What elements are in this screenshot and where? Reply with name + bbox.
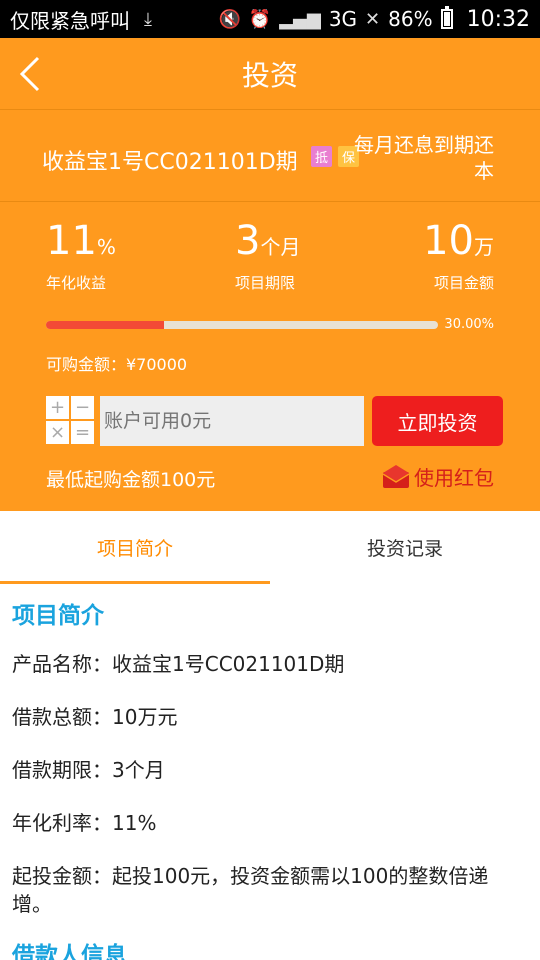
term-unit: 个月 [260,235,301,259]
page-title: 投资 [241,58,298,92]
battery-icon [440,6,453,29]
amount-unit: 万 [474,235,494,259]
min-purchase-text: 最低起购金额100元 [46,469,216,491]
use-red-packet-button[interactable]: 使用红包 [382,462,494,491]
amount-label: 项目金额 [433,274,494,292]
tab-invest-records[interactable]: 投资记录 [270,511,540,584]
app-header: 投资 [0,38,540,110]
stat-rate: 11% 年化收益 [46,218,116,293]
equals-icon: = [71,421,94,444]
product-name: 收益宝1号CC021101D期 [42,150,298,175]
plus-icon: + [46,396,69,419]
red-envelope-icon [382,464,410,488]
intro-content: 项目简介 产品名称：收益宝1号CC021101D期 借款总额：10万元 借款期限… [0,584,540,960]
chevron-left-icon [19,56,40,92]
info-line: 产品名称：收益宝1号CC021101D期 [12,652,345,676]
alarm-icon: ⏰ [248,8,272,30]
product-header: 收益宝1号CC021101D期 抵 保 每月还息到期还本 [0,110,540,202]
term-label: 项目期限 [235,274,296,292]
multiply-icon: × [46,421,69,444]
no-signal-icon: ✕ [365,8,381,30]
signal-icon: ▂▄▆ [279,8,321,30]
info-line: 起投金额：起投100元，投资金额需以100的整数倍递增。 [12,864,489,916]
status-text: 仅限紧急呼叫 [10,8,130,33]
term-value: 3 [235,218,261,264]
intro-section-title: 项目简介 [12,603,104,629]
progress-percent: 30.00% [444,317,494,332]
minus-icon: − [71,396,94,419]
progress-fill [46,321,164,329]
invest-amount-input[interactable] [100,396,364,446]
funding-progress-bar [46,321,438,329]
stat-term: 3个月 项目期限 [235,218,300,293]
invest-now-button[interactable]: 立即投资 [372,396,503,446]
product-panel: 收益宝1号CC021101D期 抵 保 每月还息到期还本 11% 年化收益 3个… [0,110,540,511]
calculator-button[interactable]: + − × = [46,396,94,444]
buyable-amount: 可购金额：¥70000 [46,355,188,374]
mute-icon: 🔇 [218,8,241,30]
borrower-section-title: 借款人信息 [12,943,127,960]
battery-percent: 86% [388,7,433,31]
network-type: 3G [328,7,358,31]
tab-project-intro[interactable]: 项目简介 [0,511,270,584]
collateral-tag: 抵 [311,146,332,167]
red-packet-label: 使用红包 [414,466,494,490]
rate-unit: % [96,235,116,259]
download-icon: ⤓ [144,8,152,30]
rate-value: 11 [46,218,97,264]
info-line: 借款期限：3个月 [12,758,165,782]
clock: 10:32 [466,6,530,32]
back-button[interactable] [12,52,56,96]
info-line: 借款总额：10万元 [12,705,178,729]
amount-value: 10 [423,218,474,264]
repayment-method: 每月还息到期还本 [354,133,494,183]
detail-tabs: 项目简介 投资记录 [0,511,540,584]
stat-amount: 10万 项目金额 [423,218,494,293]
rate-label: 年化收益 [46,274,107,292]
info-line: 年化利率：11% [12,811,157,835]
status-bar: 仅限紧急呼叫 ⤓ 🔇 ⏰ ▂▄▆ 3G ✕ 86% 10:32 [0,0,540,38]
